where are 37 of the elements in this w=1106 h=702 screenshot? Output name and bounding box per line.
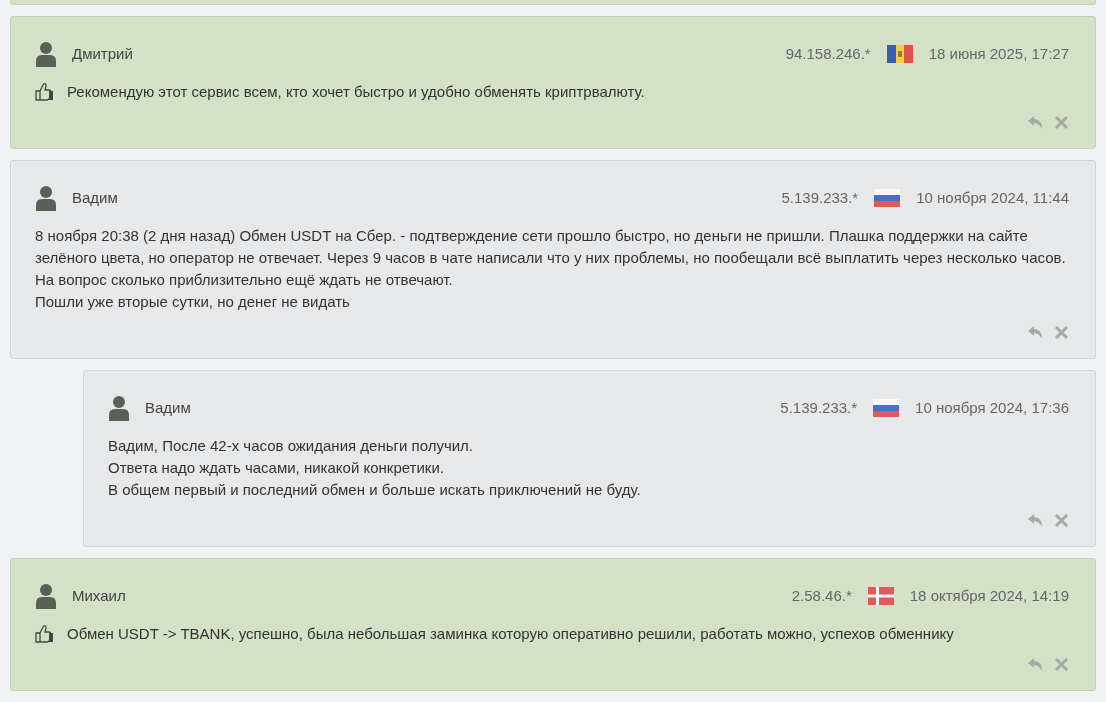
close-icon[interactable] xyxy=(1054,115,1069,130)
ip-address: 94.158.246.* xyxy=(785,43,871,64)
close-icon[interactable] xyxy=(1054,513,1069,528)
review-text: В общем первый и последний обмен и больше искать приключений не буду. xyxy=(108,480,641,500)
reply-icon[interactable] xyxy=(1027,657,1044,672)
reply-icon[interactable] xyxy=(1027,325,1044,340)
review-date: 10 ноября 2024, 11:44 xyxy=(916,187,1069,208)
close-icon[interactable] xyxy=(1054,657,1069,672)
user-icon xyxy=(35,185,57,211)
review-date: 18 июня 2025, 17:27 xyxy=(928,43,1069,64)
review-text: Рекомендую этот сервис всем, кто хочет быстро и удобно обменять криптрвалюту. xyxy=(67,82,645,102)
review-date: 18 октября 2024, 14:19 xyxy=(909,585,1069,606)
review-text: Ответа надо ждать часами, никакой конкретики. xyxy=(108,458,445,478)
ip-address: 2.58.46.* xyxy=(791,585,852,606)
flag-icon xyxy=(867,587,894,605)
author-name: Михаил xyxy=(72,585,126,606)
author-name: Дмитрий xyxy=(72,43,133,64)
review-text: Пошли уже вторые сутки, но денег не видать xyxy=(35,292,351,312)
review-text: Обмен USDT -> TBANK, успешно, была небольшая заминка которую оперативно решили, работать можно, успехов обменнику xyxy=(67,624,954,644)
close-icon[interactable] xyxy=(1054,325,1069,340)
reply-icon[interactable] xyxy=(1027,513,1044,528)
flag-icon xyxy=(873,399,900,417)
author-name: Вадим xyxy=(145,397,191,418)
review-text: 8 ноября 20:38 (2 дня назад) Обмен USDT на Сбер. - подтверждение сети прошло быстро, но деньги не пришли. Плашка поддержки на сайте зелёного цвета, но оператор не отвечает. Через 9 часов в чате написали что у них проблемы, но пообещали всё выплатить через несколько часов. На вопрос сколько приблизительно ещё ждать не отвечают. xyxy=(35,226,1067,290)
flag-icon xyxy=(874,189,901,207)
thumbs-up-icon xyxy=(35,625,54,643)
review-text: Вадим, После 42-х часов ожидания деньги получил. xyxy=(108,436,474,456)
ip-address: 5.139.233.* xyxy=(780,397,858,418)
user-icon xyxy=(35,583,57,609)
thumbs-up-icon xyxy=(35,83,54,101)
user-icon xyxy=(35,41,57,67)
review-date: 10 ноября 2024, 17:36 xyxy=(915,397,1069,418)
ip-address: 5.139.233.* xyxy=(781,187,859,208)
reply-icon[interactable] xyxy=(1027,115,1044,130)
user-icon xyxy=(108,395,130,421)
author-name: Вадим xyxy=(72,187,118,208)
flag-icon xyxy=(886,45,913,63)
